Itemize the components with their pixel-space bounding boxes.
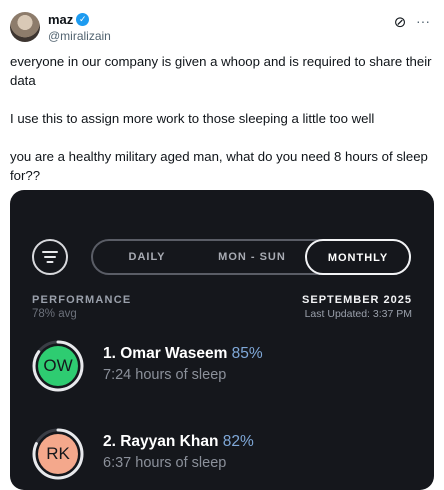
leaderboard-row[interactable]: OW 1. Omar Waseem 85% 7:24 hours of slee… [32,340,412,400]
verified-badge-icon: ✓ [76,13,90,26]
last-updated: Last Updated: 3:37 PM [304,308,412,320]
tab-monthly[interactable]: MONTHLY [305,239,411,275]
avatar-initials: RK [38,434,78,474]
person-name: 1. Omar Waseem [103,345,228,362]
tab-daily[interactable]: DAILY [107,241,187,273]
post-header: maz ✓ @miralizain ⊘ ··· [10,10,434,46]
leaderboard-row[interactable]: RK 2. Rayyan Khan 82% 6:37 hours of slee… [32,428,412,488]
post-text: everyone in our company is given a whoop… [10,52,434,204]
author-handle[interactable]: @miralizain [48,29,111,43]
filter-icon[interactable] [32,239,68,275]
author-name[interactable]: maz [48,12,73,27]
attached-screenshot[interactable]: DAILY MON - SUN MONTHLY PERFORMANCE 78% … [10,190,434,490]
person-sleep: 7:24 hours of sleep [103,367,227,383]
period-label: SEPTEMBER 2025 [302,294,412,306]
person-percent: 85% [231,345,263,362]
performance-label: PERFORMANCE [32,294,132,306]
grok-icon[interactable]: ⊘ [392,15,408,31]
post-paragraph: everyone in our company is given a whoop… [10,54,432,88]
performance-ring: RK [32,428,84,480]
performance-ring: OW [32,340,84,392]
person-sleep: 6:37 hours of sleep [103,455,227,471]
author-name-row: maz ✓ [48,12,90,27]
avatar[interactable] [10,12,40,42]
period-tabs: DAILY MON - SUN MONTHLY [91,239,411,275]
person-title: 1. Omar Waseem 85% [103,345,263,363]
avatar-initials: OW [38,346,78,386]
more-options-icon[interactable]: ··· [414,13,432,31]
person-percent: 82% [222,433,254,450]
person-title: 2. Rayyan Khan 82% [103,433,254,451]
performance-average: 78% avg [32,308,77,320]
post-paragraph: you are a healthy military aged man, wha… [10,149,428,183]
person-name: 2. Rayyan Khan [103,433,219,450]
tab-mon-sun[interactable]: MON - SUN [206,241,298,273]
post-paragraph: I use this to assign more work to those … [10,111,375,126]
